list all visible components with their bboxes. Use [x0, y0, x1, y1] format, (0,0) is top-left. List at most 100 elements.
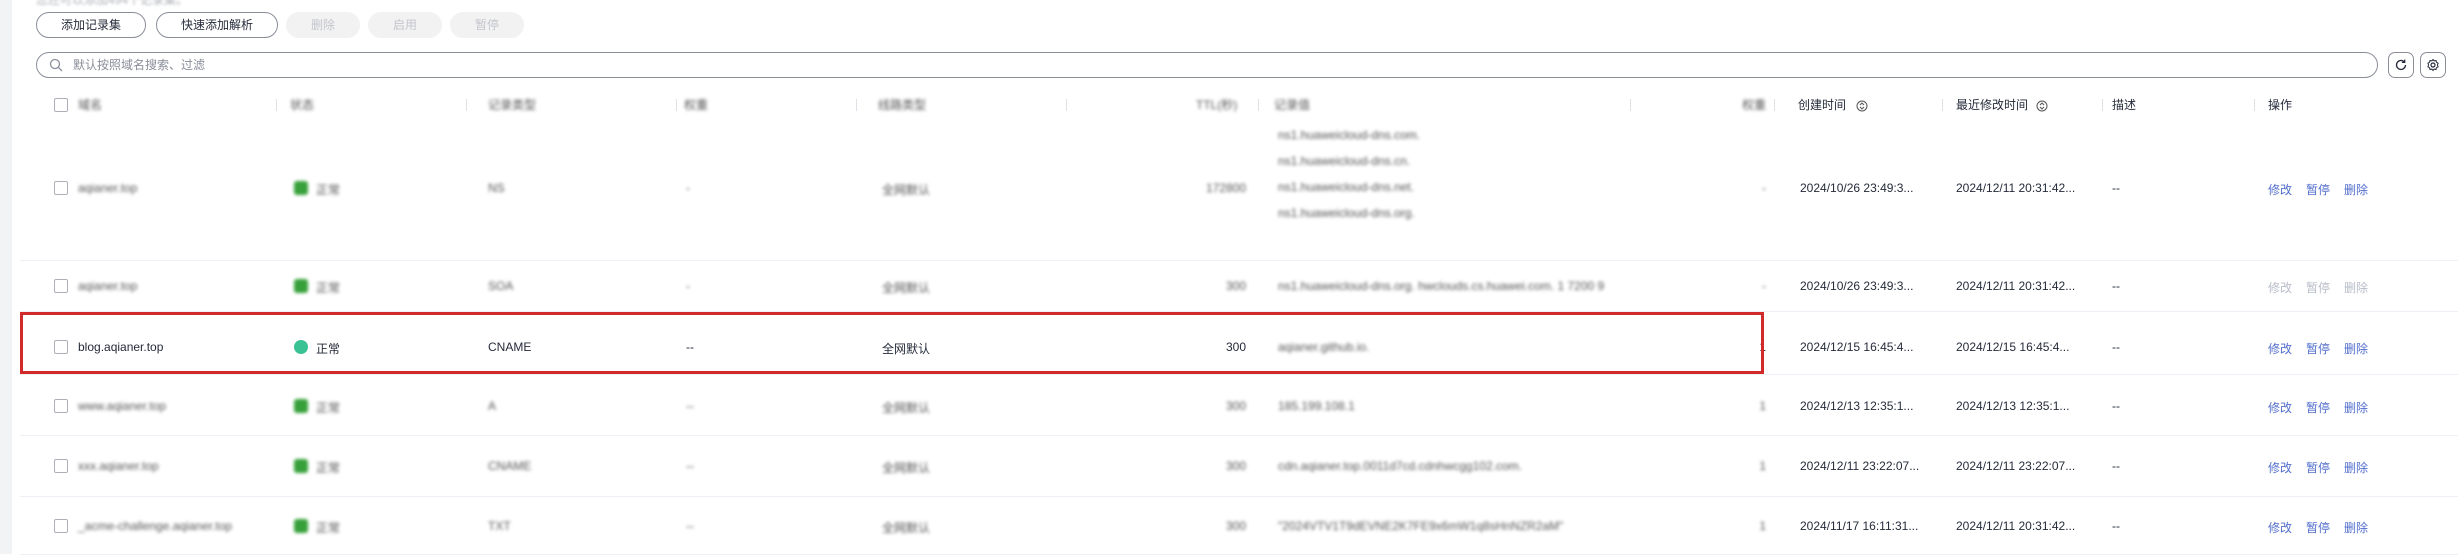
record-value: 185.199.108.1 — [1278, 399, 1355, 413]
edit-link[interactable]: 修改 — [2268, 519, 2292, 536]
record-name: aqianer.top — [78, 181, 138, 195]
record-name: xxx.aqianer.top — [78, 459, 159, 473]
quick-add-button[interactable]: 快速添加解析 — [156, 12, 278, 38]
record-weight2: 1 — [1759, 459, 1766, 473]
pause-link[interactable]: 暂停 — [2306, 459, 2330, 476]
record-ttl: 300 — [1225, 459, 1246, 473]
edit-link[interactable]: 修改 — [2268, 399, 2292, 416]
header-created[interactable]: 创建时间 — [1798, 92, 1846, 118]
record-value: ns1.huaweicloud-dns.cn. — [1278, 154, 1411, 168]
header-modified[interactable]: 最近修改时间 — [1956, 92, 2028, 118]
status-ok-icon — [294, 519, 308, 533]
header-status[interactable]: 状态 — [290, 92, 314, 118]
record-status: 正常 — [316, 281, 341, 295]
record-modified: 2024/12/11 20:31:42... — [1956, 519, 2076, 533]
search-icon — [49, 58, 63, 77]
status-ok-icon — [294, 459, 308, 473]
record-line: 全网默认 — [882, 183, 931, 197]
record-desc: -- — [2112, 340, 2120, 354]
status-ok-icon — [294, 181, 308, 195]
sort-created-icon[interactable] — [1856, 99, 1868, 117]
record-weight: -- — [686, 459, 694, 473]
record-created: 2024/12/13 12:35:1... — [1800, 399, 1914, 413]
record-ttl: 300 — [1225, 399, 1246, 413]
table-row[interactable]: aqianer.top 正常 SOA - 全网默认 300 ns1.huaweicloud-… — [20, 261, 2458, 312]
record-created: 2024/11/17 16:11:31... — [1800, 519, 1919, 533]
record-type: CNAME — [488, 340, 532, 354]
edit-link[interactable]: 修改 — [2268, 279, 2292, 296]
record-weight2: - — [1762, 181, 1766, 195]
record-modified: 2024/12/11 20:31:42... — [1956, 181, 2076, 195]
row-checkbox[interactable] — [54, 519, 68, 533]
record-name: _acme-challenge.aqianer.top — [78, 519, 233, 533]
pause-link[interactable]: 暂停 — [2306, 181, 2330, 198]
table-header: 域名 状态 记录类型 权重 线路类型 TTL(秒) 记录值 权重 创建时间 最近… — [36, 92, 2458, 118]
record-status: 正常 — [316, 183, 341, 197]
record-status: 正常 — [316, 461, 341, 475]
enable-button[interactable]: 启用 — [368, 12, 442, 38]
settings-button[interactable] — [2420, 52, 2446, 78]
table-row[interactable]: www.aqianer.top 正常 A -- 全网默认 300 185.199.108.1… — [20, 375, 2458, 436]
delete-link[interactable]: 删除 — [2344, 399, 2368, 416]
row-checkbox[interactable] — [54, 181, 68, 195]
status-ok-icon — [294, 279, 308, 293]
sort-modified-icon[interactable] — [2036, 99, 2048, 117]
table-row[interactable]: aqianer.top 正常 NS - 全网默认 172800 ns1.huaweiclou… — [20, 118, 2458, 261]
delete-link[interactable]: 删除 — [2344, 340, 2368, 357]
table-row[interactable]: _acme-challenge.aqianer.top 正常 TXT -- 全网默认 30… — [20, 497, 2458, 555]
record-value: aqianer.github.io. — [1278, 340, 1370, 354]
record-line: 全网默认 — [882, 461, 931, 475]
record-status: 正常 — [316, 342, 341, 356]
table-row[interactable]: xxx.aqianer.top 正常 CNAME -- 全网默认 300 cdn.aqian… — [20, 436, 2458, 497]
pause-button[interactable]: 暂停 — [450, 12, 524, 38]
record-name: aqianer.top — [78, 279, 138, 293]
record-line: 全网默认 — [882, 521, 931, 535]
select-all-checkbox[interactable] — [54, 98, 68, 112]
add-record-button[interactable]: 添加记录集 — [36, 12, 146, 38]
record-line: 全网默认 — [882, 401, 931, 415]
record-modified: 2024/12/13 12:35:1... — [1956, 399, 2070, 413]
record-desc: -- — [2112, 519, 2120, 533]
row-checkbox[interactable] — [54, 399, 68, 413]
record-created: 2024/10/26 23:49:3... — [1800, 181, 1914, 195]
record-desc: -- — [2112, 181, 2120, 195]
header-value: 记录值 — [1274, 98, 1311, 112]
record-created: 2024/10/26 23:49:3... — [1800, 279, 1914, 293]
record-modified: 2024/12/11 20:31:42... — [1956, 279, 2076, 293]
delete-button[interactable]: 删除 — [286, 12, 360, 38]
table-row[interactable]: blog.aqianer.top 正常 CNAME -- 全网默认 300 aqianer.… — [20, 312, 2458, 375]
edit-link[interactable]: 修改 — [2268, 181, 2292, 198]
row-checkbox[interactable] — [54, 279, 68, 293]
header-type[interactable]: 记录类型 — [488, 92, 536, 118]
record-weight: -- — [686, 399, 694, 413]
quota-note: 您还可以添加494个记录集。 — [36, 0, 189, 7]
pause-link[interactable]: 暂停 — [2306, 279, 2330, 296]
record-created: 2024/12/15 16:45:4... — [1800, 340, 1914, 354]
record-status: 正常 — [316, 401, 341, 415]
left-edge-strip — [0, 0, 12, 554]
record-desc: -- — [2112, 399, 2120, 413]
delete-link[interactable]: 删除 — [2344, 181, 2368, 198]
refresh-button[interactable] — [2388, 52, 2414, 78]
row-checkbox[interactable] — [54, 340, 68, 354]
record-name: blog.aqianer.top — [78, 340, 164, 354]
search-box[interactable]: 默认按照域名搜索、过滤 — [36, 52, 2378, 78]
edit-link[interactable]: 修改 — [2268, 340, 2292, 357]
pause-link[interactable]: 暂停 — [2306, 399, 2330, 416]
record-line: 全网默认 — [882, 342, 931, 356]
record-type: SOA — [488, 279, 514, 293]
pause-link[interactable]: 暂停 — [2306, 519, 2330, 536]
pause-link[interactable]: 暂停 — [2306, 340, 2330, 357]
record-line: 全网默认 — [882, 281, 931, 295]
delete-link[interactable]: 删除 — [2344, 279, 2368, 296]
delete-link[interactable]: 删除 — [2344, 519, 2368, 536]
header-weight: 权重 — [684, 98, 709, 112]
delete-link[interactable]: 删除 — [2344, 459, 2368, 476]
gear-icon — [2427, 58, 2439, 72]
header-name[interactable]: 域名 — [78, 92, 102, 118]
header-weight2: 权重 — [1742, 98, 1767, 112]
record-created: 2024/12/11 23:22:07... — [1800, 459, 1920, 473]
record-weight: -- — [686, 519, 694, 533]
edit-link[interactable]: 修改 — [2268, 459, 2292, 476]
row-checkbox[interactable] — [54, 459, 68, 473]
